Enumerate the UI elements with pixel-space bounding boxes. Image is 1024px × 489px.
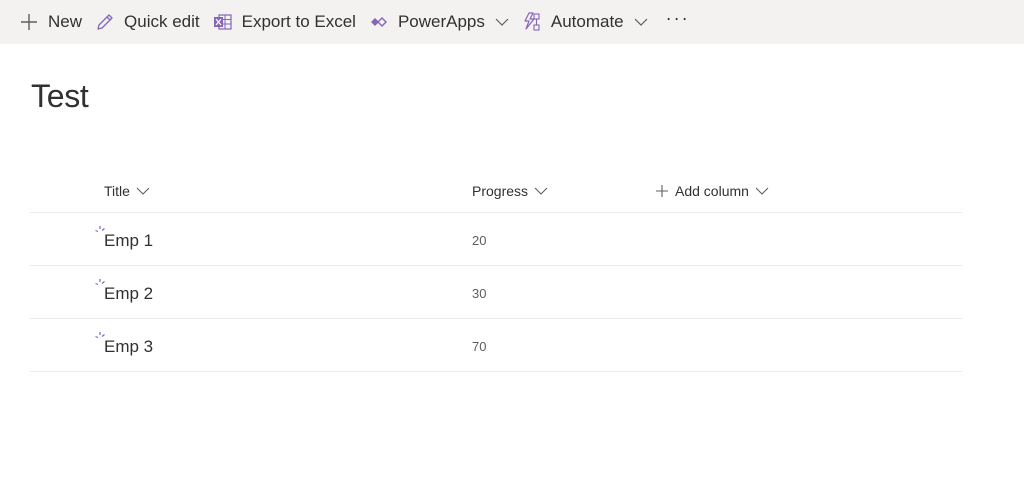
powerapps-button[interactable]: PowerApps [364, 0, 517, 44]
more-options-button[interactable]: ··· [656, 0, 700, 44]
row-progress: 30 [472, 286, 487, 301]
add-column-button[interactable]: Add column [656, 183, 769, 199]
column-header-title-label: Title [104, 183, 130, 199]
list-row[interactable]: Emp 3 70 [30, 319, 962, 372]
row-title[interactable]: Emp 1 [104, 231, 153, 251]
new-button[interactable]: New [14, 0, 90, 44]
list-grid: Title Progress Add column Emp 1 20 Emp 2… [30, 170, 962, 372]
list-row[interactable]: Emp 1 20 [30, 213, 962, 266]
column-header-title[interactable]: Title [104, 183, 150, 199]
powerapps-icon [368, 11, 390, 33]
chevron-down-icon [755, 184, 769, 198]
row-progress: 70 [472, 339, 487, 354]
automate-label: Automate [550, 12, 624, 31]
excel-icon [212, 11, 234, 33]
chevron-down-icon [634, 15, 648, 29]
command-bar: New Quick edit Export to Excel PowerApps… [0, 0, 1024, 44]
column-header-progress-label: Progress [472, 183, 529, 199]
pencil-icon [94, 11, 116, 33]
row-title[interactable]: Emp 3 [104, 337, 153, 357]
column-header-row: Title Progress Add column [30, 170, 962, 213]
powerapps-label: PowerApps [397, 12, 485, 31]
quick-edit-button[interactable]: Quick edit [90, 0, 208, 44]
new-button-label: New [48, 12, 83, 31]
list-title: Test [31, 78, 89, 114]
row-title[interactable]: Emp 2 [104, 284, 153, 304]
flow-icon [521, 11, 543, 33]
chevron-down-icon [136, 184, 150, 198]
quick-edit-label: Quick edit [124, 12, 200, 31]
export-to-excel-button[interactable]: Export to Excel [208, 0, 364, 44]
more-icon: ··· [665, 7, 690, 28]
list-row[interactable]: Emp 2 30 [30, 266, 962, 319]
chevron-down-icon [495, 15, 509, 29]
automate-button[interactable]: Automate [517, 0, 656, 44]
plus-icon [656, 185, 668, 197]
column-header-progress[interactable]: Progress [472, 183, 548, 199]
export-to-excel-label: Export to Excel [241, 12, 356, 31]
plus-icon [18, 11, 40, 33]
chevron-down-icon [534, 184, 548, 198]
row-progress: 20 [472, 233, 487, 248]
add-column-label: Add column [675, 183, 749, 199]
